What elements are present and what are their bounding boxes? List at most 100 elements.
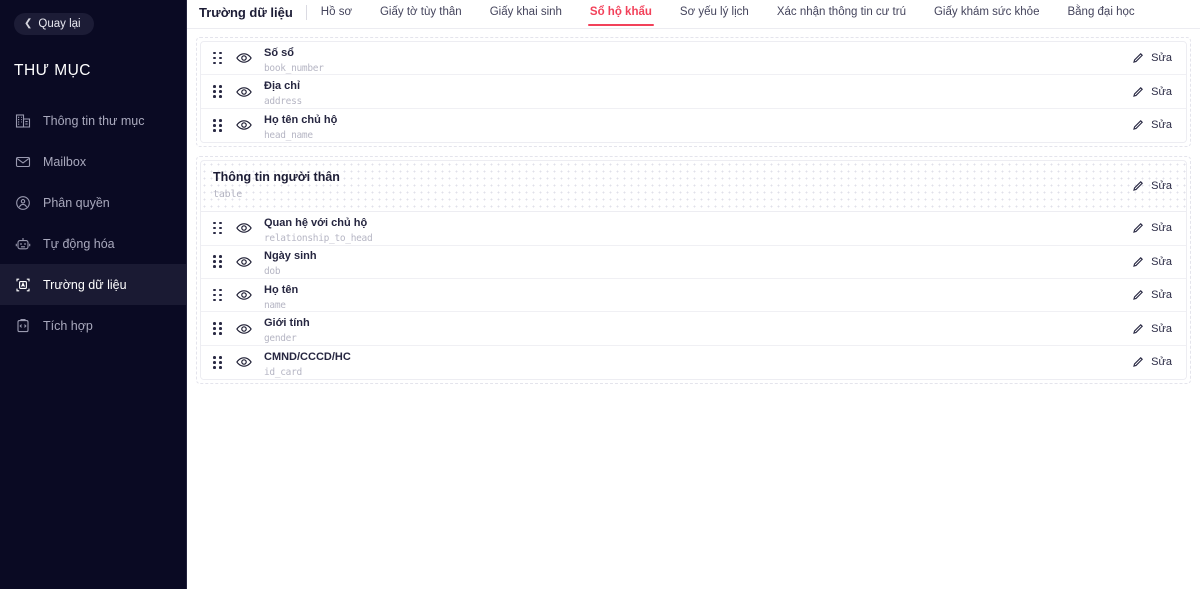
field-label: Ngày sinh [264,250,317,263]
building-info-icon [14,112,31,129]
field-row[interactable]: Giới tính gender Sửa [201,312,1186,346]
pencil-icon [1133,323,1144,334]
edit-button-label: Sửa [1151,85,1172,98]
field-row[interactable]: CMND/CCCD/HC id_card Sửa [201,345,1186,380]
edit-button[interactable]: Sửa [1132,356,1172,368]
tab-xac-nhan-thong-tin-cu-tru[interactable]: Xác nhận thông tin cư trú [763,0,920,26]
eye-icon[interactable] [235,83,252,100]
permissions-icon [14,194,31,211]
drag-handle-icon[interactable] [213,255,225,269]
eye-icon[interactable] [235,320,252,337]
app-root: ❮ Quay lại THƯ MỤC Thông tin thư mục Mai… [0,0,1200,589]
field-text: Số sổ book_number [264,43,1132,74]
sidebar-item-label: Tích hợp [43,318,93,333]
main-area: Trường dữ liệu Hồ sơ Giấy tờ tùy thân Gi… [187,0,1200,589]
sidebar-item-label: Thông tin thư mục [43,113,145,128]
field-label: Họ tên [264,283,299,296]
edit-button-label: Sửa [1151,52,1172,65]
sidebar-item-thong-tin-thu-muc[interactable]: Thông tin thư mục [0,100,186,141]
edit-button[interactable]: Sửa [1132,119,1172,131]
field-key: book_number [264,62,324,74]
sidebar-item-label: Phân quyền [43,195,110,210]
field-text: CMND/CCCD/HC id_card [264,347,1132,378]
field-key: name [264,299,286,311]
sidebar-item-label: Trường dữ liệu [43,277,127,292]
field-key: address [264,96,302,108]
field-label: CMND/CCCD/HC [264,350,351,363]
sidebar-item-tich-hop[interactable]: Tích hợp [0,305,186,346]
edit-button[interactable]: Sửa [1132,86,1172,98]
drag-handle-icon[interactable] [213,118,225,132]
edit-button-label: Sửa [1151,356,1172,369]
edit-button-label: Sửa [1151,289,1172,302]
pencil-icon [1133,223,1144,234]
field-row[interactable]: Ngày sinh dob Sửa [201,245,1186,279]
section-header[interactable]: Thông tin người thân table Sửa [201,161,1186,213]
pencil-icon [1133,53,1144,64]
drag-handle-icon[interactable] [213,322,225,336]
field-group-2: Thông tin người thân table Sửa Quan hệ v… [196,156,1191,385]
edit-button[interactable]: Sửa [1132,289,1172,301]
robot-icon [14,235,31,252]
edit-button[interactable]: Sửa [1132,52,1172,64]
eye-icon[interactable] [235,253,252,270]
edit-button[interactable]: Sửa [1132,323,1172,335]
field-row[interactable]: Địa chỉ address Sửa [201,75,1186,109]
sidebar-item-truong-du-lieu[interactable]: Trường dữ liệu [0,264,186,305]
drag-handle-icon[interactable] [213,85,225,99]
field-card: Thông tin người thân table Sửa Quan hệ v… [200,160,1187,381]
tab-so-ho-khau[interactable]: Sổ hộ khẩu [576,0,666,26]
sidebar: ❮ Quay lại THƯ MỤC Thông tin thư mục Mai… [0,0,187,589]
edit-button[interactable]: Sửa [1132,222,1172,234]
edit-button[interactable]: Sửa [1132,256,1172,268]
drag-handle-icon[interactable] [213,221,225,235]
field-text: Địa chỉ address [264,76,1132,107]
tab-giay-to-tuy-than[interactable]: Giấy tờ tùy thân [366,0,476,26]
tab-giay-kham-suc-khoe[interactable]: Giấy khám sức khỏe [920,0,1054,26]
eye-icon[interactable] [235,50,252,67]
tab-ho-so[interactable]: Hồ sơ [307,0,366,26]
field-row[interactable]: Họ tên chủ hộ head_name Sửa [201,108,1186,143]
field-row[interactable]: Quan hệ với chủ hộ relationship_to_head … [201,212,1186,246]
pencil-icon [1133,120,1144,131]
edit-button-label: Sửa [1151,255,1172,268]
drag-handle-icon[interactable] [213,355,225,369]
sidebar-item-mailbox[interactable]: Mailbox [0,141,186,182]
drag-handle-icon[interactable] [213,51,225,65]
eye-icon[interactable] [235,117,252,134]
edit-button[interactable]: Sửa [1132,180,1172,192]
field-label: Địa chỉ [264,80,301,93]
sidebar-item-phan-quyen[interactable]: Phân quyền [0,182,186,223]
pencil-icon [1133,181,1144,192]
eye-icon[interactable] [235,220,252,237]
mail-icon [14,153,31,170]
eye-icon[interactable] [235,354,252,371]
section-title: Thông tin người thân [213,170,340,185]
field-row[interactable]: Họ tên name Sửa [201,278,1186,313]
field-key: gender [264,333,297,345]
drag-handle-icon[interactable] [213,288,225,302]
field-row[interactable]: Số sổ book_number Sửa [201,42,1186,76]
tab-so-yeu-ly-lich[interactable]: Sơ yếu lý lịch [666,0,763,26]
field-card: Số sổ book_number Sửa Địa chỉ address Sử… [200,41,1187,144]
field-key: relationship_to_head [264,232,373,244]
section-subtitle: table [213,189,243,201]
pencil-icon [1133,290,1144,301]
pencil-icon [1133,256,1144,267]
field-key: head_name [264,129,313,141]
eye-icon[interactable] [235,287,252,304]
tab-bang-dai-hoc[interactable]: Bằng đại học [1053,0,1148,26]
integration-icon [14,317,31,334]
fields-content: Số sổ book_number Sửa Địa chỉ address Sử… [187,29,1200,589]
tab-giay-khai-sinh[interactable]: Giấy khai sinh [476,0,576,26]
sidebar-item-tu-dong-hoa[interactable]: Tự động hóa [0,223,186,264]
sidebar-nav: Thông tin thư mục Mailbox Phân quyền Tự … [0,100,186,346]
field-key: id_card [264,366,302,378]
edit-button-label: Sửa [1151,119,1172,132]
edit-button-label: Sửa [1151,180,1172,193]
edit-button-label: Sửa [1151,222,1172,235]
field-text: Giới tính gender [264,313,1132,344]
field-key: dob [264,266,281,278]
back-button[interactable]: ❮ Quay lại [14,13,94,35]
chevron-left-icon: ❮ [24,18,33,29]
